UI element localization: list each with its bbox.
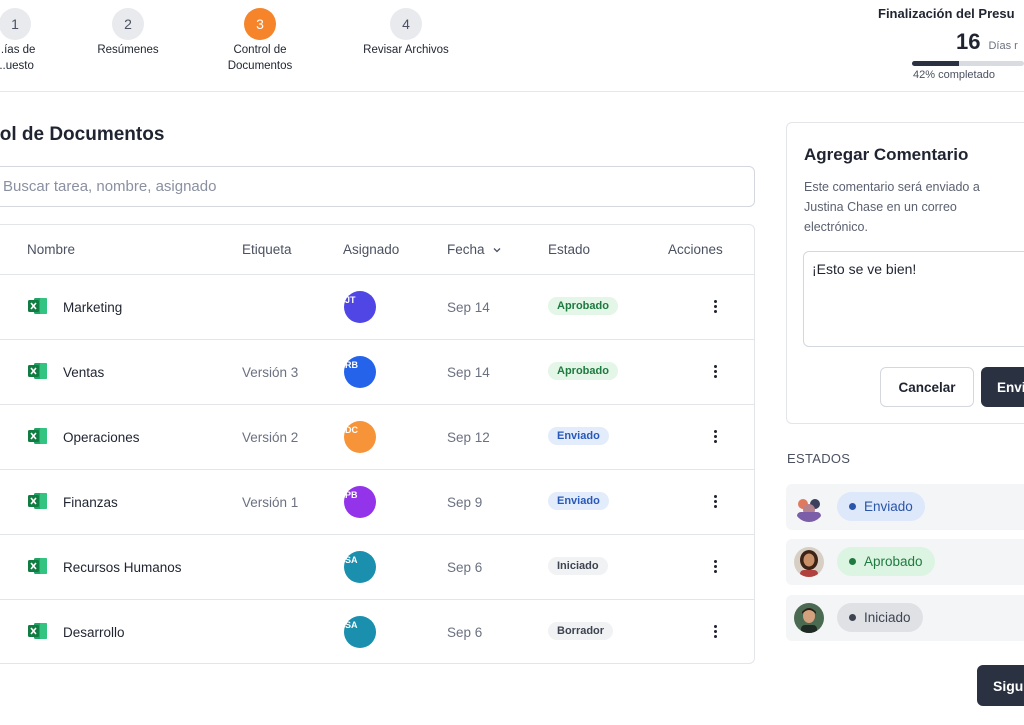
header-name[interactable]: Nombre — [27, 242, 75, 257]
deadline-progress-bar — [912, 61, 1024, 66]
excel-file-icon — [28, 298, 47, 314]
document-name[interactable]: Marketing — [63, 300, 122, 315]
document-date: Sep 14 — [447, 365, 490, 380]
more-actions-icon[interactable] — [708, 360, 722, 382]
next-button[interactable]: Sigu — [977, 665, 1024, 706]
status-badge: Iniciado — [548, 557, 608, 575]
document-name[interactable]: Finanzas — [63, 495, 118, 510]
states-title: ESTADOS — [787, 451, 851, 466]
step-1[interactable]: 1 ...ías de ...uesto — [0, 8, 60, 74]
document-tag: Versión 1 — [242, 495, 299, 510]
header-date[interactable]: Fecha — [447, 242, 502, 257]
more-actions-icon[interactable] — [708, 620, 722, 642]
days-remaining: 16 — [956, 29, 981, 54]
table-row[interactable]: Recursos Humanos SA Sep 6 Iniciado — [0, 535, 754, 600]
comment-description: Este comentario será enviado a Justina C… — [804, 180, 980, 234]
step-4-circle: 4 — [390, 8, 422, 40]
document-name[interactable]: Operaciones — [63, 430, 140, 445]
state-row-started[interactable]: Iniciado — [786, 595, 1024, 641]
assignee-avatar[interactable]: SA — [344, 551, 376, 583]
document-name[interactable]: Ventas — [63, 365, 104, 380]
step-2[interactable]: 2 Resúmenes — [83, 8, 173, 58]
comment-title: Agregar Comentario — [804, 145, 969, 164]
step-3-label: Control de Documentos — [227, 44, 293, 72]
comment-textarea[interactable]: ¡Esto se ve bien! — [803, 251, 1024, 347]
header-state[interactable]: Estado — [548, 242, 590, 257]
state-pill-sent: Enviado — [837, 492, 925, 521]
deadline-title: Finalización del Presu — [878, 6, 1015, 21]
days-unit: Días r — [988, 40, 1018, 52]
document-tag: Versión 3 — [242, 365, 299, 380]
excel-file-icon — [28, 363, 47, 379]
step-4[interactable]: 4 Revisar Archivos — [346, 8, 466, 58]
status-badge: Enviado — [548, 492, 609, 510]
more-actions-icon[interactable] — [708, 490, 722, 512]
excel-file-icon — [28, 623, 47, 639]
table-row[interactable]: Desarrollo SA Sep 6 Borrador — [0, 600, 754, 663]
status-badge: Aprobado — [548, 362, 618, 380]
step-3[interactable]: 3 Control de Documentos — [215, 8, 305, 74]
document-tag: Versión 2 — [242, 430, 299, 445]
assignee-avatar[interactable]: JT — [344, 291, 376, 323]
table-header: Nombre Etiqueta Asignado Fecha Estado Ac… — [0, 225, 754, 275]
step-2-circle: 2 — [112, 8, 144, 40]
table-row[interactable]: Operaciones Versión 2 DC Sep 12 Enviado — [0, 405, 754, 470]
step-1-label: ...ías de ...uesto — [0, 44, 36, 72]
table-row[interactable]: Finanzas Versión 1 PB Sep 9 Enviado — [0, 470, 754, 535]
table-body: Marketing JT Sep 14 Aprobado Ventas Versión 3… — [0, 275, 754, 663]
document-date: Sep 9 — [447, 495, 483, 510]
step-3-circle: 3 — [244, 8, 276, 40]
excel-file-icon — [28, 428, 47, 444]
progress-stepper: 1 ...ías de ...uesto 2 Resúmenes 3 Contr… — [0, 0, 1024, 92]
header-date-label: Fecha — [447, 242, 485, 257]
document-name[interactable]: Desarrollo — [63, 625, 125, 640]
status-badge: Enviado — [548, 427, 609, 445]
status-badge: Aprobado — [548, 297, 618, 315]
table-row[interactable]: Ventas Versión 3 RB Sep 14 Aprobado — [0, 340, 754, 405]
assignee-avatar[interactable]: DC — [344, 421, 376, 453]
cancel-button[interactable]: Cancelar — [880, 367, 974, 407]
deadline-widget: Finalización del Presu 16 Días r 42% com… — [878, 6, 1024, 81]
chevron-down-icon — [493, 248, 501, 253]
state-pill-started: Iniciado — [837, 603, 923, 632]
search-input[interactable] — [0, 166, 755, 207]
state-row-sent[interactable]: Enviado — [786, 484, 1024, 530]
progress-text: 42% completado — [913, 69, 995, 81]
user-avatar — [794, 547, 824, 577]
excel-file-icon — [28, 493, 47, 509]
deadline-progress-fill — [912, 61, 960, 66]
more-actions-icon[interactable] — [708, 295, 722, 317]
status-badge: Borrador — [548, 622, 614, 640]
state-row-approved[interactable]: Aprobado — [786, 539, 1024, 585]
send-button[interactable]: Envi — [981, 367, 1024, 407]
group-avatar — [794, 492, 824, 522]
assignee-avatar[interactable]: PB — [344, 486, 376, 518]
table-row[interactable]: Marketing JT Sep 14 Aprobado — [0, 275, 754, 340]
comment-card: Agregar Comentario Este comentario será … — [786, 122, 1024, 424]
document-date: Sep 6 — [447, 560, 483, 575]
header-tag[interactable]: Etiqueta — [242, 242, 292, 257]
documents-table: Nombre Etiqueta Asignado Fecha Estado Ac… — [0, 224, 755, 664]
step-4-label: Revisar Archivos — [363, 44, 449, 56]
page-title: trol de Documentos — [0, 124, 165, 145]
assignee-avatar[interactable]: SA — [344, 616, 376, 648]
document-date: Sep 14 — [447, 300, 490, 315]
document-date: Sep 6 — [447, 625, 483, 640]
assignee-avatar[interactable]: RB — [344, 356, 376, 388]
state-pill-approved: Aprobado — [837, 547, 935, 576]
header-actions: Acciones — [668, 242, 723, 257]
document-date: Sep 12 — [447, 430, 490, 445]
step-2-label: Resúmenes — [97, 44, 159, 56]
more-actions-icon[interactable] — [708, 425, 722, 447]
user-avatar — [794, 603, 824, 633]
document-name[interactable]: Recursos Humanos — [63, 560, 182, 575]
excel-file-icon — [28, 558, 47, 574]
header-assigned[interactable]: Asignado — [343, 242, 399, 257]
step-1-circle: 1 — [0, 8, 31, 40]
more-actions-icon[interactable] — [708, 555, 722, 577]
